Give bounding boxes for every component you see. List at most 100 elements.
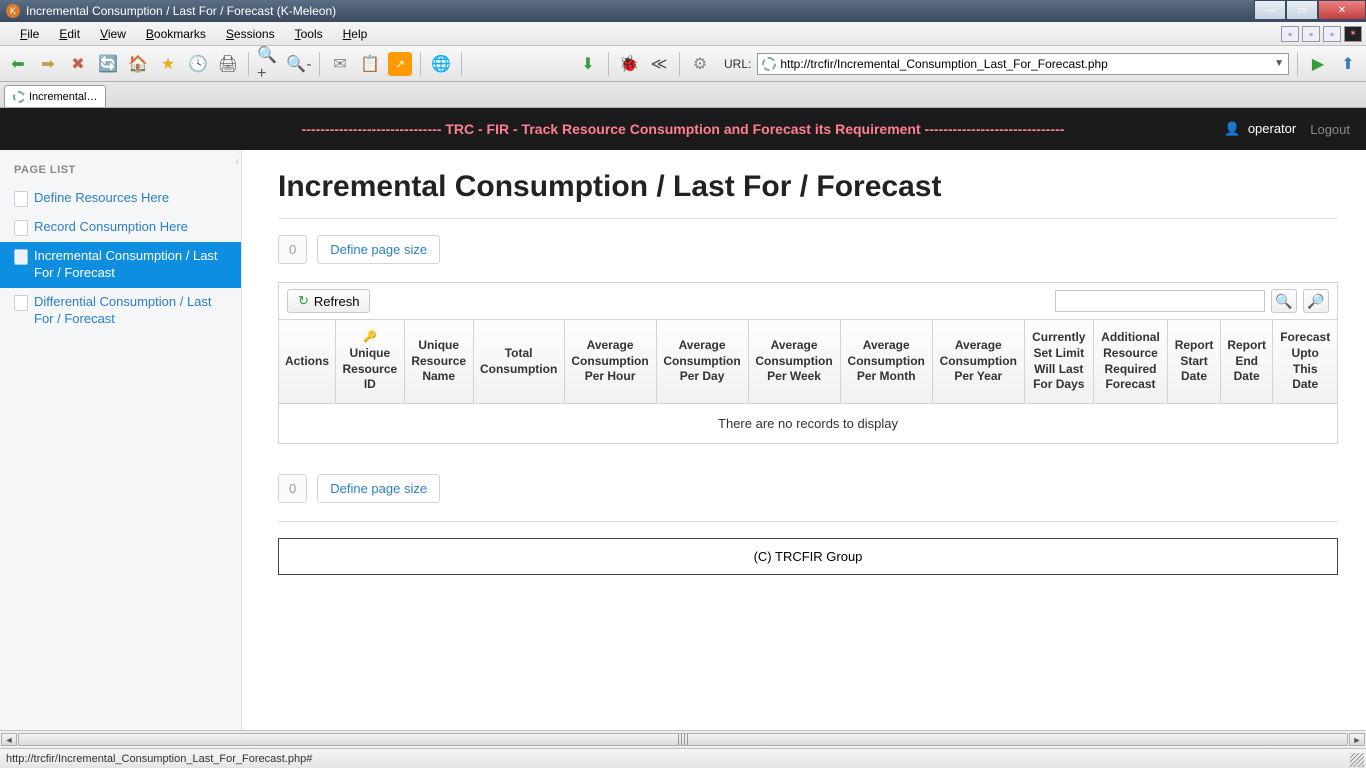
logout-link[interactable]: Logout	[1310, 122, 1350, 137]
url-dropdown-icon[interactable]: ▼	[1274, 58, 1284, 69]
window-maximize-button[interactable]: ▭	[1286, 0, 1318, 20]
zoom-out-icon[interactable]: 🔍-	[287, 52, 311, 76]
col-header-label: Average Consumption Per Month	[848, 338, 925, 383]
key-icon: 🔑	[342, 330, 398, 344]
window-title: Incremental Consumption / Last For / For…	[26, 4, 336, 18]
content-wrap: ‹ PAGE LIST Define Resources HereRecord …	[0, 150, 1366, 730]
col-header-13[interactable]: Forecast Upto This Date	[1273, 320, 1338, 404]
toolbar-sep-2	[319, 52, 320, 76]
forward-icon[interactable]: ➡	[36, 52, 60, 76]
footer-copyright: (C) TRCFIR Group	[278, 538, 1338, 575]
col-header-label: Unique Resource ID	[343, 346, 398, 391]
menu-view[interactable]: View	[90, 24, 136, 44]
window-minimize-button[interactable]: —	[1254, 0, 1286, 20]
col-header-9[interactable]: Currently Set Limit Will Last For Days	[1024, 320, 1093, 404]
status-text: http://trcfir/Incremental_Consumption_La…	[6, 753, 312, 765]
mail-icon[interactable]: ✉	[328, 52, 352, 76]
user-area: 👤 operator Logout	[1224, 121, 1350, 137]
define-page-size-bottom[interactable]: Define page size	[317, 474, 440, 503]
url-input[interactable]: http://trcfir/Incremental_Consumption_La…	[757, 53, 1289, 75]
toolbar-sep-3	[420, 52, 421, 76]
advanced-search-button[interactable]: 🔎	[1303, 289, 1329, 313]
sidebar: ‹ PAGE LIST Define Resources HereRecord …	[0, 150, 242, 730]
horizontal-scrollbar[interactable]: ◄ ►	[0, 730, 1366, 748]
menu-sessions[interactable]: Sessions	[216, 24, 285, 44]
download-icon[interactable]: ⬇	[576, 52, 600, 76]
tab-loading-icon	[13, 91, 25, 103]
go-icon[interactable]: ▶	[1306, 52, 1330, 76]
menubar-btn-3[interactable]: ▫	[1323, 26, 1341, 42]
menubar-btn-1[interactable]: ▫	[1281, 26, 1299, 42]
col-header-4[interactable]: Average Consumption Per Hour	[564, 320, 656, 404]
menu-file[interactable]: File	[10, 24, 49, 44]
search-group: 🔍 🔎	[1055, 289, 1329, 313]
sidebar-item-2[interactable]: Incremental Consumption / Last For / For…	[0, 242, 241, 288]
up-icon[interactable]: ⬆	[1336, 52, 1360, 76]
col-header-7[interactable]: Average Consumption Per Month	[840, 320, 932, 404]
search-input[interactable]	[1055, 290, 1265, 312]
globe-icon[interactable]: 🌐	[429, 52, 453, 76]
scroll-right-arrow[interactable]: ►	[1349, 733, 1365, 746]
back-icon[interactable]: ⬅	[6, 52, 30, 76]
user-name: operator	[1248, 121, 1296, 136]
col-header-11[interactable]: Report Start Date	[1168, 320, 1221, 404]
reload-icon[interactable]: 🔄	[96, 52, 120, 76]
tabbar: Incremental…	[0, 82, 1366, 108]
col-header-12[interactable]: Report End Date	[1220, 320, 1273, 404]
sidebar-item-label: Define Resources Here	[34, 190, 169, 207]
col-header-label: Additional Resource Required Forecast	[1101, 330, 1160, 391]
zoom-in-icon[interactable]: 🔍+	[257, 52, 281, 76]
toolbar: ⬅ ➡ ✖ 🔄 🏠 ★ 🕓 🖨 🔍+ 🔍- ✉ 📋 ↗ 🌐 ⬇ 🐞 ≪ ⚙ UR…	[0, 46, 1366, 82]
window-buttons: — ▭ ✕	[1254, 0, 1366, 20]
data-table: Actions 🔑 Unique Resource IDUnique Resourc…	[278, 319, 1338, 444]
main-content: Incremental Consumption / Last For / For…	[242, 150, 1366, 730]
scroll-left-arrow[interactable]: ◄	[1, 733, 17, 746]
toolbar-sep-1	[248, 52, 249, 76]
menubar: File Edit View Bookmarks Sessions Tools …	[0, 22, 1366, 46]
toolbar-sep-5	[608, 52, 609, 76]
user-link[interactable]: 👤 operator	[1224, 121, 1296, 137]
col-header-1[interactable]: 🔑 Unique Resource ID	[336, 320, 405, 404]
col-header-label: Forecast Upto This Date	[1280, 330, 1330, 391]
refresh-button[interactable]: ↻ Refresh	[287, 289, 370, 313]
col-header-label: Average Consumption Per Day	[663, 338, 740, 383]
menu-bookmarks[interactable]: Bookmarks	[136, 24, 216, 44]
sidebar-item-1[interactable]: Record Consumption Here	[0, 213, 241, 242]
col-header-label: Average Consumption Per Year	[940, 338, 1017, 383]
define-page-size-top[interactable]: Define page size	[317, 235, 440, 264]
col-header-10[interactable]: Additional Resource Required Forecast	[1093, 320, 1167, 404]
resize-grip-icon[interactable]	[1350, 753, 1364, 767]
menu-help[interactable]: Help	[333, 24, 378, 44]
sidebar-item-0[interactable]: Define Resources Here	[0, 184, 241, 213]
sidebar-collapse-icon[interactable]: ‹	[236, 156, 239, 167]
home-icon[interactable]: 🏠	[126, 52, 150, 76]
bookmark-star-icon[interactable]: ★	[156, 52, 180, 76]
menu-edit[interactable]: Edit	[49, 24, 90, 44]
col-header-2[interactable]: Unique Resource Name	[404, 320, 473, 404]
news-icon[interactable]: 📋	[358, 52, 382, 76]
stop-icon[interactable]: ✖	[66, 52, 90, 76]
col-header-label: Report Start Date	[1175, 338, 1214, 383]
print-icon[interactable]: 🖨	[216, 52, 240, 76]
menubar-btn-4[interactable]: ✶	[1344, 26, 1362, 42]
col-header-5[interactable]: Average Consumption Per Day	[656, 320, 748, 404]
menubar-btn-2[interactable]: ▫	[1302, 26, 1320, 42]
col-header-6[interactable]: Average Consumption Per Week	[748, 320, 840, 404]
rss-icon[interactable]: ↗	[388, 52, 412, 76]
col-header-0[interactable]: Actions	[279, 320, 336, 404]
menu-tools[interactable]: Tools	[285, 24, 333, 44]
share-icon[interactable]: ≪	[647, 52, 671, 76]
page-title: Incremental Consumption / Last For / For…	[278, 170, 1338, 204]
bug-icon[interactable]: 🐞	[617, 52, 641, 76]
refresh-icon: ↻	[298, 293, 309, 309]
settings-icon[interactable]: ⚙	[688, 52, 712, 76]
pager-top: 0 Define page size	[278, 235, 1338, 264]
sidebar-item-3[interactable]: Differential Consumption / Last For / Fo…	[0, 288, 241, 334]
history-icon[interactable]: 🕓	[186, 52, 210, 76]
col-header-8[interactable]: Average Consumption Per Year	[932, 320, 1024, 404]
sidebar-item-label: Differential Consumption / Last For / Fo…	[34, 294, 229, 328]
search-button[interactable]: 🔍	[1271, 289, 1297, 313]
col-header-3[interactable]: Total Consumption	[473, 320, 564, 404]
window-close-button[interactable]: ✕	[1318, 0, 1366, 20]
browser-tab[interactable]: Incremental…	[4, 85, 106, 107]
